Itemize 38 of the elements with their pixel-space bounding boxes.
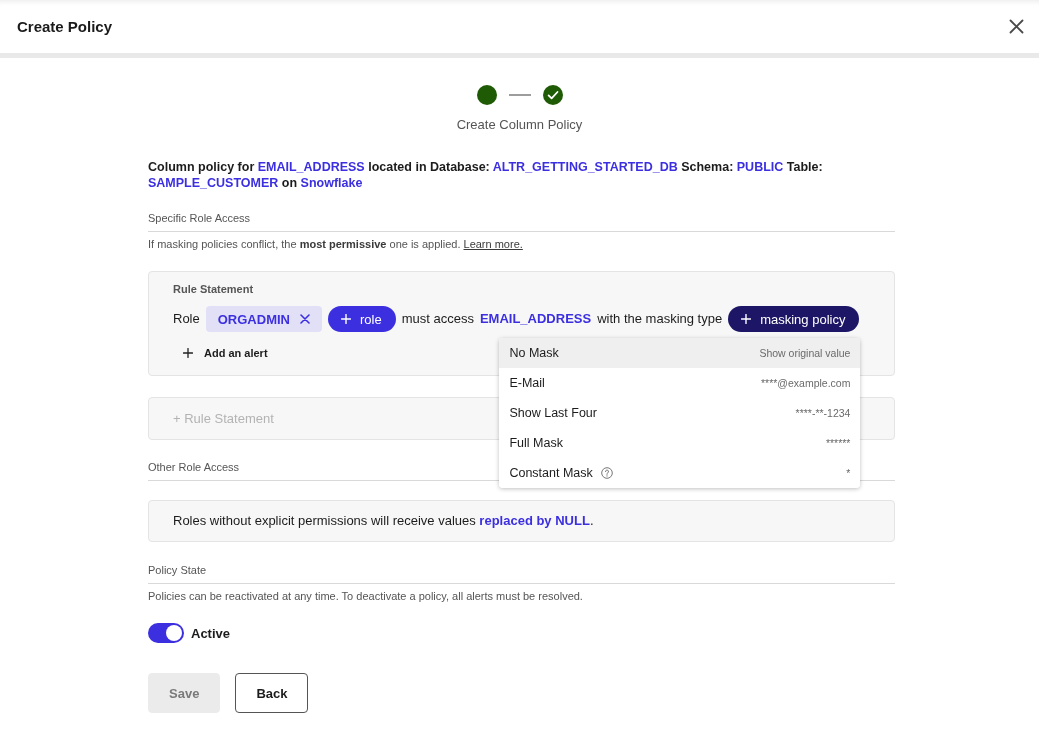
role-chip[interactable]: ORGADMIN <box>205 306 322 332</box>
rule-text: with the masking type <box>597 311 723 327</box>
add-button[interactable]: masking policy <box>728 306 860 332</box>
mask-option[interactable]: Constant Mask * <box>499 458 861 488</box>
dialog-title: Create Policy <box>17 17 113 36</box>
close-icon <box>299 314 310 324</box>
toggle-label: Active <box>191 625 231 641</box>
section-heading: Other Role Access <box>148 461 240 473</box>
mask-option[interactable]: E-Mail ****@example.com <box>499 368 861 398</box>
section-heading: Specific Role Access <box>148 212 251 224</box>
mask-option[interactable]: No Mask Show original value <box>499 338 861 368</box>
plus-icon <box>183 348 193 358</box>
active-toggle[interactable] <box>148 623 184 643</box>
add-alert-button[interactable]: Add an alert <box>183 345 268 361</box>
mask-example: ****@example.com <box>761 377 851 389</box>
mask-example: * <box>846 467 851 479</box>
column-name: EMAIL_ADDRESS <box>479 311 592 327</box>
other-roles-message: Roles without explicit permissions will receive values replaced by NULL. <box>173 513 594 529</box>
step-caption: Create Column Policy <box>456 117 583 133</box>
learn-more-link[interactable]: Learn more. <box>463 238 523 250</box>
rule-text: Role <box>173 311 200 327</box>
column-summary: Column policy for EMAIL_ADDRESS located in Database: ALTR_GETTING_STARTED_DB Schema: PUBLIC Table: SAMPLE_CUSTOMER on Snowflake <box>148 159 824 191</box>
plus-icon <box>741 314 752 324</box>
policy-state-note: Policies can be reactivated at any time. To deactivate a policy, all alerts must be resolved. <box>148 589 584 603</box>
mask-option[interactable]: Show Last Four ****-**-1234 <box>499 398 861 428</box>
conflict-note: If masking policies conflict, the most permissive one is applied. Learn more. <box>148 237 524 251</box>
close-button[interactable] <box>1009 19 1024 34</box>
section-heading: Policy State <box>148 564 207 576</box>
plus-icon <box>340 314 351 324</box>
mask-option[interactable]: Full Mask ****** <box>499 428 861 458</box>
mask-example: ****-**-1234 <box>795 407 851 419</box>
close-icon <box>1009 19 1024 34</box>
add-button[interactable]: role <box>327 306 396 332</box>
rule-text: must access <box>401 311 474 327</box>
mask-example: ****** <box>825 437 851 449</box>
mask-example: Show original value <box>759 347 851 359</box>
card-label: Rule Statement <box>173 282 254 296</box>
back-button[interactable]: Back <box>235 673 309 713</box>
